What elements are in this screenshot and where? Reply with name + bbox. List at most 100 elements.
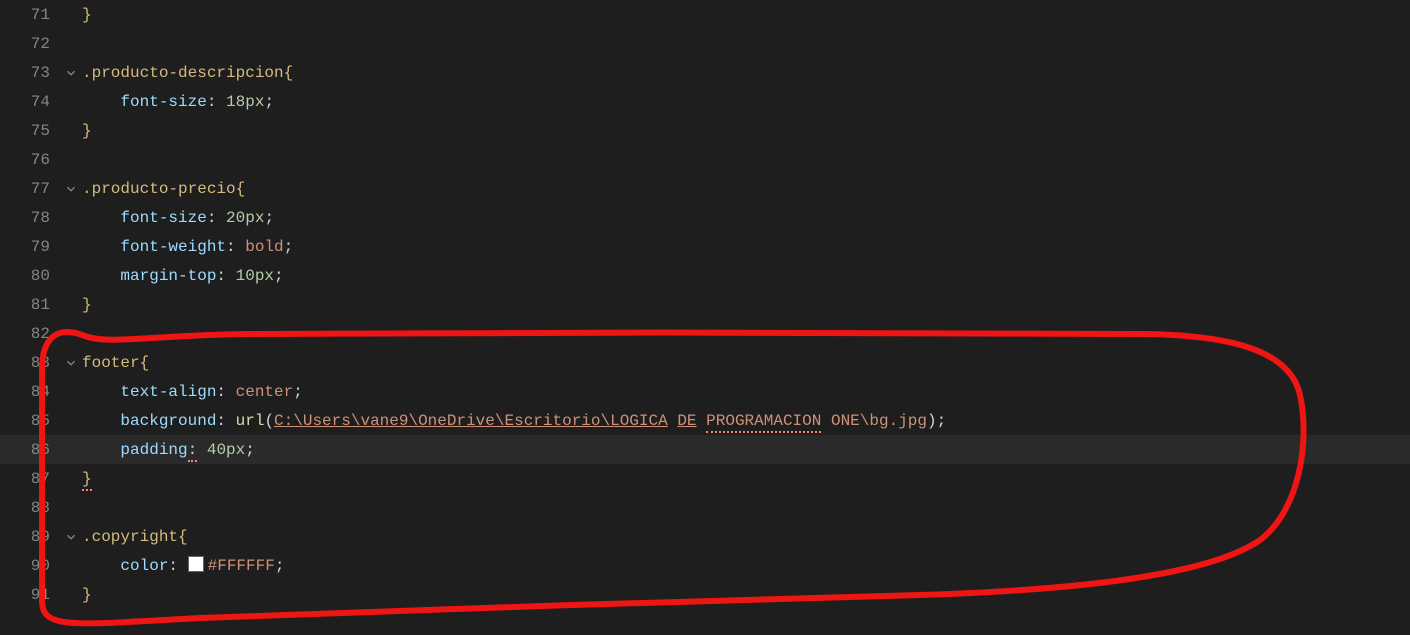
- token-brace: {: [284, 64, 294, 82]
- line-number: 85: [0, 412, 60, 430]
- line-number: 87: [0, 470, 60, 488]
- token-colon: :: [216, 383, 235, 401]
- token-prop: margin-top: [120, 267, 216, 285]
- token-brace: {: [236, 180, 246, 198]
- code-content[interactable]: }: [82, 586, 1410, 604]
- code-line[interactable]: 71}: [0, 0, 1410, 29]
- fold-gutter[interactable]: [60, 356, 82, 370]
- line-number: 91: [0, 586, 60, 604]
- token-semi: ;: [275, 557, 285, 575]
- code-line[interactable]: 81}: [0, 290, 1410, 319]
- code-line[interactable]: 76: [0, 145, 1410, 174]
- code-line[interactable]: 88: [0, 493, 1410, 522]
- code-line[interactable]: 84 text-align: center;: [0, 377, 1410, 406]
- token-brace: }: [82, 122, 92, 140]
- token-url-nolink: PROGRAMACION: [706, 412, 821, 433]
- token-num: 10px: [236, 267, 274, 285]
- token-semi: ;: [245, 441, 255, 459]
- code-line[interactable]: 74 font-size: 18px;: [0, 87, 1410, 116]
- code-content[interactable]: font-size: 18px;: [82, 93, 1410, 111]
- token-selector: .producto-descripcion: [82, 64, 284, 82]
- code-line[interactable]: 83 footer{: [0, 348, 1410, 377]
- token-func: url: [236, 412, 265, 430]
- line-number: 71: [0, 6, 60, 24]
- line-number: 86: [0, 441, 60, 459]
- line-number: 82: [0, 325, 60, 343]
- token-url-nolink: ONE\bg.jpg: [831, 412, 927, 430]
- token-colon: :: [207, 93, 226, 111]
- code-content[interactable]: }: [82, 122, 1410, 140]
- line-number: 81: [0, 296, 60, 314]
- token-selector: .copyright: [82, 528, 178, 546]
- code-content[interactable]: footer{: [82, 354, 1410, 372]
- line-number: 78: [0, 209, 60, 227]
- code-content[interactable]: }: [82, 6, 1410, 24]
- code-line[interactable]: 85 background: url(C:\Users\vane9\OneDri…: [0, 406, 1410, 435]
- code-content[interactable]: font-size: 20px;: [82, 209, 1410, 227]
- code-line[interactable]: 78 font-size: 20px;: [0, 203, 1410, 232]
- code-line[interactable]: 79 font-weight: bold;: [0, 232, 1410, 261]
- token-num: 18px: [226, 93, 264, 111]
- token-space: [668, 412, 678, 430]
- line-number: 74: [0, 93, 60, 111]
- code-line[interactable]: 86 padding: 40px;: [0, 435, 1410, 464]
- token-colon: :: [216, 412, 235, 430]
- token-space: [821, 412, 831, 430]
- code-line[interactable]: 80 margin-top: 10px;: [0, 261, 1410, 290]
- token-colon: [197, 441, 207, 459]
- token-prop: text-align: [120, 383, 216, 401]
- code-content[interactable]: .copyright{: [82, 528, 1410, 546]
- line-number: 89: [0, 528, 60, 546]
- chevron-down-icon: [64, 182, 78, 196]
- token-num: 20px: [226, 209, 264, 227]
- token-semi: ;: [274, 267, 284, 285]
- line-number: 76: [0, 151, 60, 169]
- fold-gutter[interactable]: [60, 182, 82, 196]
- chevron-down-icon: [64, 530, 78, 544]
- code-line[interactable]: 82: [0, 319, 1410, 348]
- code-content[interactable]: text-align: center;: [82, 383, 1410, 401]
- token-brace: }: [82, 296, 92, 314]
- token-prop: font-size: [120, 209, 206, 227]
- code-content[interactable]: padding: 40px;: [82, 441, 1410, 459]
- token-colon: :: [168, 557, 187, 575]
- token-colon: :: [226, 238, 245, 256]
- token-url: C:\Users\vane9\OneDrive\Escritorio\LOGIC…: [274, 412, 668, 430]
- code-content[interactable]: }: [82, 296, 1410, 314]
- fold-gutter[interactable]: [60, 530, 82, 544]
- code-content[interactable]: background: url(C:\Users\vane9\OneDrive\…: [82, 412, 1410, 430]
- code-content[interactable]: }: [82, 470, 1410, 488]
- line-number: 72: [0, 35, 60, 53]
- code-line[interactable]: 89 .copyright{: [0, 522, 1410, 551]
- code-line[interactable]: 87}: [0, 464, 1410, 493]
- code-line[interactable]: 75}: [0, 116, 1410, 145]
- line-number: 90: [0, 557, 60, 575]
- token-prop: background: [120, 412, 216, 430]
- code-content[interactable]: .producto-precio{: [82, 180, 1410, 198]
- token-prop: color: [120, 557, 168, 575]
- code-content[interactable]: color: #FFFFFF;: [82, 556, 1410, 575]
- code-line[interactable]: 73 .producto-descripcion{: [0, 58, 1410, 87]
- token-space: [697, 412, 707, 430]
- code-line[interactable]: 91}: [0, 580, 1410, 609]
- token-brace: {: [140, 354, 150, 372]
- line-number: 79: [0, 238, 60, 256]
- code-content[interactable]: font-weight: bold;: [82, 238, 1410, 256]
- fold-gutter[interactable]: [60, 66, 82, 80]
- code-content[interactable]: margin-top: 10px;: [82, 267, 1410, 285]
- token-url: DE: [677, 412, 696, 430]
- token-val: bold: [245, 238, 283, 256]
- code-content[interactable]: .producto-descripcion{: [82, 64, 1410, 82]
- token-semi: ;: [284, 238, 294, 256]
- line-number: 73: [0, 64, 60, 82]
- code-line[interactable]: 72: [0, 29, 1410, 58]
- chevron-down-icon: [64, 66, 78, 80]
- line-number: 83: [0, 354, 60, 372]
- color-swatch: [188, 556, 204, 572]
- code-editor[interactable]: 71}7273.producto-descripcion{74 font-siz…: [0, 0, 1410, 635]
- line-number: 77: [0, 180, 60, 198]
- code-line[interactable]: 77 .producto-precio{: [0, 174, 1410, 203]
- token-semi: ;: [937, 412, 947, 430]
- code-line[interactable]: 90 color: #FFFFFF;: [0, 551, 1410, 580]
- token-prop: font-size: [120, 93, 206, 111]
